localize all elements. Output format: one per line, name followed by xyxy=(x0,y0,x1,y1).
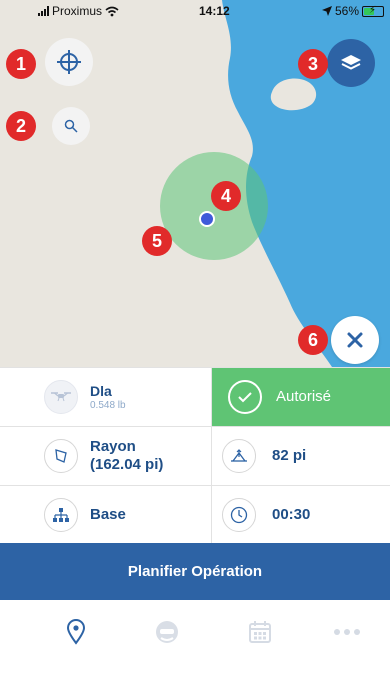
carrier-group: Proximus xyxy=(38,4,119,18)
altitude-cell[interactable]: 82 pi xyxy=(212,427,390,486)
mission-type: Base xyxy=(90,506,126,523)
status-right: 56% ⚡ xyxy=(321,4,384,18)
duration-cell[interactable]: 00:30 xyxy=(212,486,390,544)
operation-info-panel: Dla 0.548 lb Autorisé Rayon (162.04 pi) xyxy=(0,367,390,544)
calendar-icon xyxy=(249,621,271,643)
annotation-badge: 3 xyxy=(298,49,328,79)
mission-cell[interactable]: Base xyxy=(0,486,212,544)
annotation-badge: 1 xyxy=(6,49,36,79)
locate-button[interactable] xyxy=(45,38,93,86)
status-bar: Proximus 14:12 56% ⚡ xyxy=(0,0,390,22)
search-icon xyxy=(64,119,78,133)
drone-position-marker[interactable] xyxy=(199,211,215,227)
annotation-badge: 5 xyxy=(142,226,172,256)
pilot-icon xyxy=(156,621,178,643)
app-screen: Proximus 14:12 56% ⚡ 1 2 3 4 5 6 7 8 9 1… xyxy=(0,0,390,681)
altitude-icon xyxy=(222,439,256,473)
drone-cell[interactable]: Dla 0.548 lb xyxy=(0,368,212,427)
tab-more[interactable] xyxy=(327,612,367,652)
tab-calendar[interactable] xyxy=(240,612,280,652)
annotation-badge: 6 xyxy=(298,325,328,355)
tab-pilot[interactable] xyxy=(147,612,187,652)
layers-button[interactable] xyxy=(327,39,375,87)
zone-shape-text: Rayon (162.04 pi) xyxy=(90,438,163,474)
wifi-icon xyxy=(105,6,119,16)
location-arrow-icon xyxy=(321,6,332,16)
layers-icon xyxy=(341,55,361,70)
crosshair-icon xyxy=(57,50,81,74)
plan-operation-button[interactable]: Planifier Opération xyxy=(0,543,390,600)
tab-map[interactable] xyxy=(56,612,96,652)
more-icon xyxy=(334,629,360,635)
status-label: Autorisé xyxy=(276,388,332,405)
clock-icon xyxy=(222,498,256,532)
location-pin-icon xyxy=(66,619,86,645)
zone-radius: (162.04 pi) xyxy=(90,456,164,473)
battery-percent: 56% xyxy=(334,4,359,18)
signal-icon xyxy=(38,6,49,16)
carrier-name: Proximus xyxy=(52,4,103,18)
annotation-badge: 2 xyxy=(6,111,36,141)
map-view[interactable] xyxy=(0,0,390,367)
zone-shape-cell[interactable]: Rayon (162.04 pi) xyxy=(0,427,212,486)
zone-shape-type: Rayon xyxy=(90,438,136,455)
polygon-icon xyxy=(44,439,78,473)
drone-name: Dla xyxy=(90,383,112,399)
check-circle-icon xyxy=(228,380,262,414)
drone-text: Dla 0.548 lb xyxy=(90,382,126,412)
drone-weight: 0.548 lb xyxy=(90,400,126,411)
status-time: 14:12 xyxy=(199,4,230,18)
hierarchy-icon xyxy=(44,498,78,532)
altitude-value: 82 pi xyxy=(272,447,307,464)
tab-bar xyxy=(0,600,390,681)
duration-value: 00:30 xyxy=(272,506,311,523)
drone-icon xyxy=(44,380,78,414)
search-button[interactable] xyxy=(52,107,90,145)
authorization-status: Autorisé xyxy=(212,368,390,427)
close-icon xyxy=(347,332,363,348)
battery-icon: ⚡ xyxy=(362,5,384,17)
annotation-badge: 4 xyxy=(211,181,241,211)
close-button[interactable] xyxy=(331,316,379,364)
